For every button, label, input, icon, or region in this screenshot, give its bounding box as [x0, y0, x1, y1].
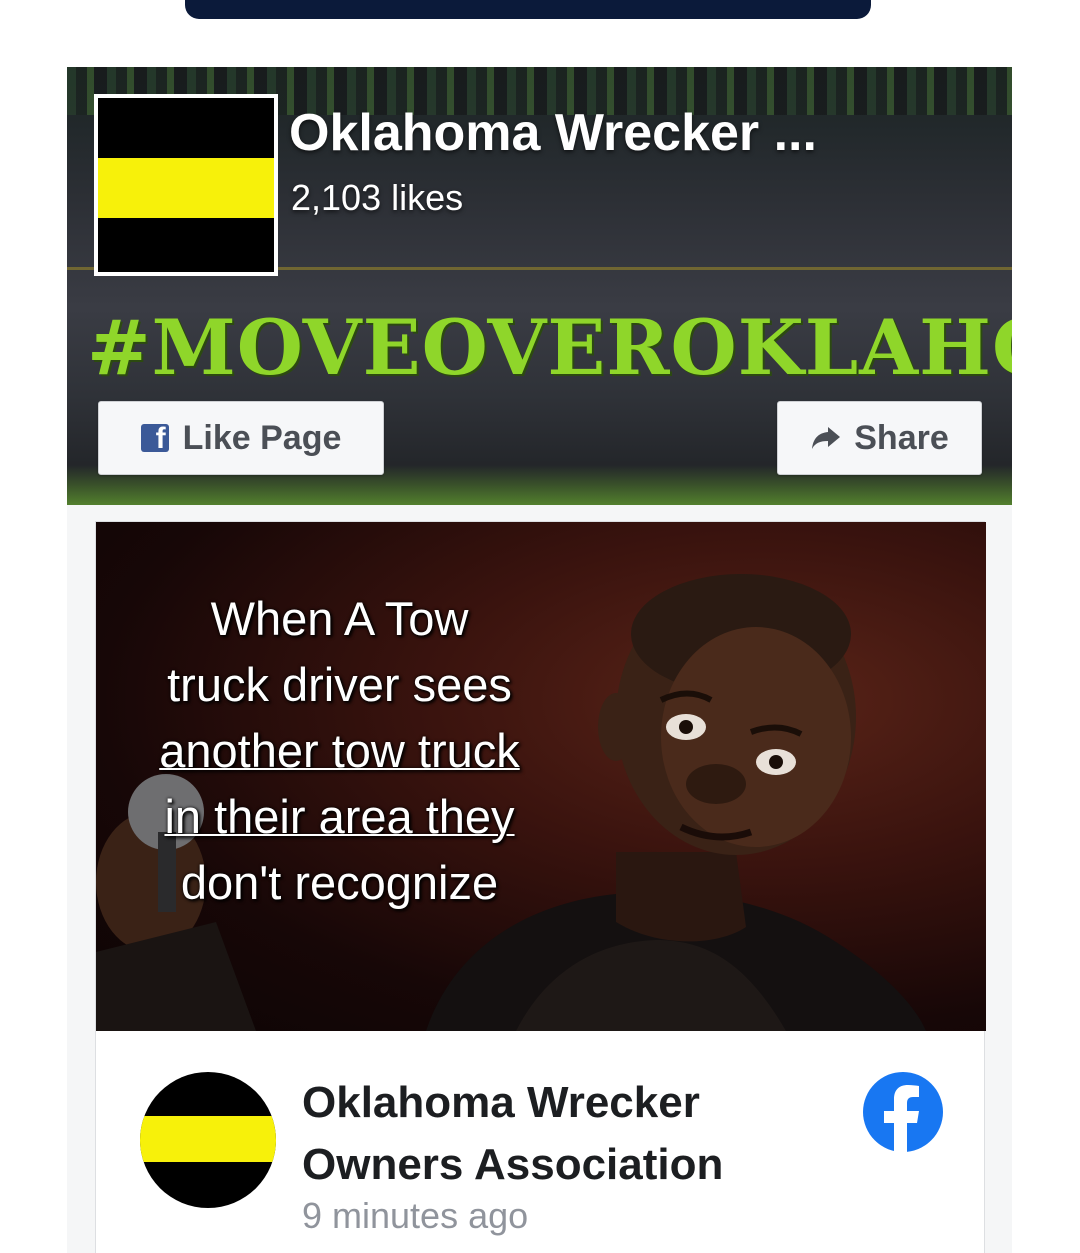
page-like-count: 2,103 likes — [291, 177, 464, 218]
meme-line: don't recognize — [180, 856, 499, 909]
facebook-logo-icon[interactable] — [862, 1071, 944, 1153]
facebook-f-icon: f — [140, 424, 169, 452]
post-author-avatar[interactable] — [140, 1072, 276, 1208]
author-name-line: Owners Association — [302, 1140, 724, 1189]
meme-line: When A Tow — [210, 592, 469, 645]
meme-caption: When A Tow truck driver sees another tow… — [102, 586, 577, 916]
share-arrow-icon — [812, 427, 841, 449]
author-name-line: Oklahoma Wrecker — [302, 1078, 700, 1127]
share-button[interactable]: Share — [777, 401, 982, 475]
like-page-label: Like Page — [182, 418, 342, 457]
meme-line: truck driver sees — [167, 658, 512, 711]
post-author-name[interactable]: Oklahoma Wrecker Owners Association — [302, 1072, 762, 1196]
page-profile-picture[interactable] — [94, 94, 278, 276]
post-timestamp[interactable]: 9 minutes ago — [302, 1195, 528, 1237]
post-card: When A Tow truck driver sees another tow… — [95, 521, 986, 1253]
like-page-button[interactable]: f Like Page — [98, 401, 384, 475]
top-nav-bar — [185, 0, 871, 19]
post-image[interactable]: When A Tow truck driver sees another tow… — [96, 522, 986, 1031]
page-title[interactable]: Oklahoma Wrecker ... — [289, 103, 817, 163]
page-cover: Oklahoma Wrecker ... 2,103 likes #MOVEOV… — [67, 67, 1012, 505]
cover-hashtag: #MOVEOVEROKLAHOMA — [87, 303, 1012, 392]
meme-line: another tow truck — [159, 724, 520, 777]
avatar-yellow-stripe — [140, 1116, 276, 1162]
facebook-page-widget: Oklahoma Wrecker ... 2,103 likes #MOVEOV… — [67, 67, 1012, 1253]
meme-line: in their area they — [164, 790, 515, 843]
share-label: Share — [854, 418, 949, 457]
avatar-yellow-stripe — [98, 158, 274, 218]
